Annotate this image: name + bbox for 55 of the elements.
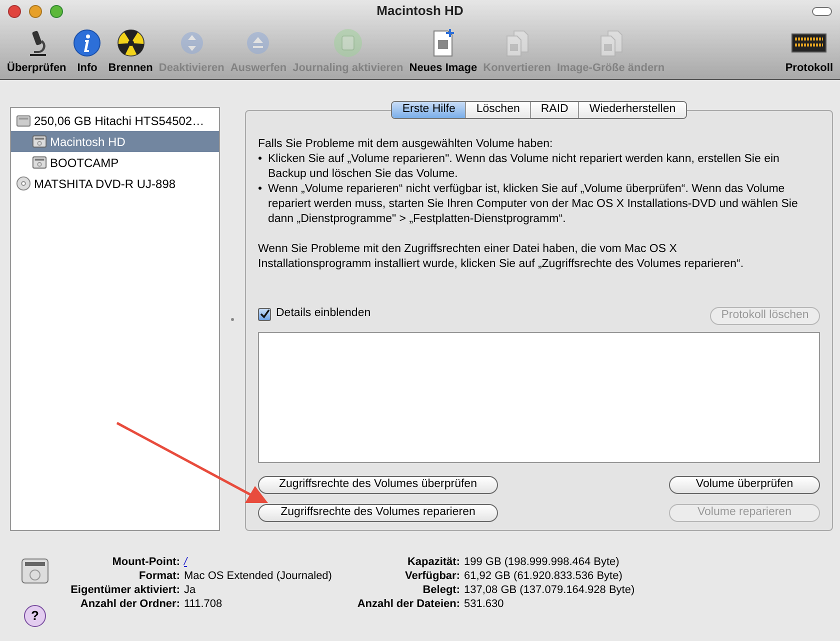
info-label: Kapazität:	[406, 555, 460, 569]
bullet: •	[258, 152, 264, 167]
minimize-button[interactable]	[29, 4, 42, 18]
splitter-handle[interactable]	[231, 318, 234, 320]
checkbox-label: Details einblenden	[276, 306, 371, 322]
disk-badge-icon	[332, 28, 363, 58]
info-value: 111.708	[184, 597, 224, 611]
toolbar-button[interactable]: Brennen	[105, 28, 156, 76]
close-button[interactable]	[8, 4, 21, 18]
info-label: Belegt:	[422, 583, 460, 597]
hard-drive-icon	[32, 155, 47, 170]
info-label: Anzahl der Ordner:	[79, 597, 180, 611]
info-label: Format:	[138, 569, 180, 583]
window-title: Macintosh HD	[376, 2, 464, 20]
repair-permissions-button[interactable]: Zugriffsrechte des Volumes reparieren	[258, 504, 498, 522]
toolbar-button[interactable]: Protokoll	[782, 28, 836, 76]
info-label: Anzahl der Dateien:	[356, 597, 460, 611]
instruction-text: Wenn Sie Probleme mit den Zugriffsrechten einer Datei haben, die vom Mac OS X Installationsprogramm installiert wurde, klicken Sie auf „Zugriffsrechte des Volumes reparieren“.	[258, 242, 745, 272]
instruction-text: Klicken Sie auf „Volume reparieren". Wenn das Volume nicht repariert werden kann, erstellen Sie ein Backup und löschen Sie das Volume.	[268, 152, 780, 182]
info-value: 61,92 GB (61.920.833.536 Byte)	[464, 569, 624, 583]
sidebar-item[interactable]: 250,06 GB Hitachi HTS54502…	[11, 110, 219, 131]
info-label: Eigentümer aktiviert:	[70, 583, 180, 597]
tab[interactable]: Wiederherstellen	[579, 102, 686, 118]
verify-permissions-button[interactable]: Zugriffsrechte des Volumes überprüfen	[258, 476, 498, 494]
info-value: 531.630	[464, 597, 505, 611]
verify-volume-button[interactable]: Volume überprüfen	[669, 476, 820, 494]
info-value: 137,08 GB (137.079.164.928 Byte)	[464, 583, 636, 597]
instruction-text: Wenn „Volume reparieren“ nicht verfügbar ist, klicken Sie auf „Volume überprüfen“. Wenn das Volume repariert werden muss, starten Sie Ihren Computer von der Mac OS X Installations-DVD und wählen Sie dann „Dienstprogramme" > „Festplatten-Dienstprogramm“.	[268, 182, 799, 227]
sidebar-item[interactable]: BOOTCAMP	[11, 152, 219, 173]
bullet: •	[258, 182, 264, 197]
tab[interactable]: RAID	[530, 102, 580, 118]
hard-drive-icon	[16, 113, 31, 128]
checkbox[interactable]	[258, 308, 271, 320]
info-icon	[72, 28, 102, 58]
disc-icon	[16, 176, 31, 191]
instruction-text: Falls Sie Probleme mit dem ausgewählten Volume haben:	[258, 137, 554, 152]
tab[interactable]: Löschen	[466, 102, 531, 118]
info-value: Mac OS Extended (Journaled)	[184, 569, 332, 583]
toolbar-button[interactable]: Neues Image	[406, 28, 480, 76]
mount-point-link[interactable]: /	[184, 555, 332, 569]
toolbar-button[interactable]: Info	[69, 28, 106, 76]
help-button[interactable]: ?	[24, 605, 46, 627]
tab[interactable]: Erste Hilfe	[392, 102, 466, 118]
hard-drive-icon	[32, 134, 47, 149]
checkmark-icon	[260, 309, 270, 319]
zoom-button[interactable]	[50, 4, 63, 18]
info-value: 199 GB (198.999.998.464 Byte)	[464, 555, 620, 569]
radiation-icon	[116, 28, 146, 58]
info-label: Verfügbar:	[404, 569, 460, 583]
info-label: Mount-Point:	[111, 555, 180, 569]
sidebar-item[interactable]: MATSHITA DVD-R UJ-898	[11, 173, 219, 194]
toolbar-button[interactable]: Überprüfen	[4, 28, 70, 76]
sidebar-item[interactable]: Macintosh HD	[11, 131, 219, 152]
info-value: Ja	[184, 583, 197, 597]
toolbar-toggle-button[interactable]	[812, 6, 832, 16]
